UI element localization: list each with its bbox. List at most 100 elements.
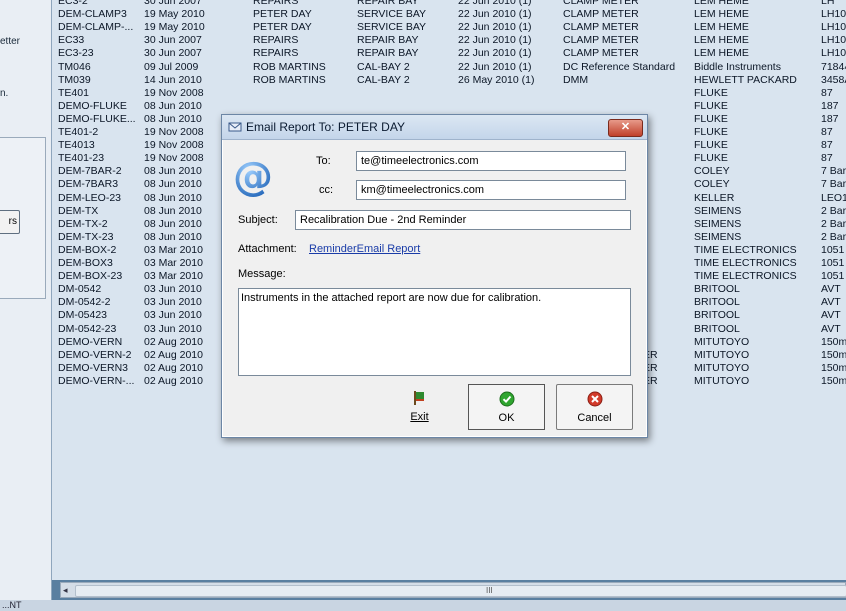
dialog-titlebar[interactable]: Email Report To: PETER DAY ✕ xyxy=(222,115,647,140)
table-cell: LH102 xyxy=(821,47,846,60)
table-cell: 1051 xyxy=(821,270,845,283)
table-cell: 22 Jun 2010 (1) xyxy=(458,0,532,7)
table-cell: SEIMENS xyxy=(694,204,742,217)
scrollbar-thumb[interactable]: III xyxy=(75,585,846,597)
table-cell: TE401-23 xyxy=(58,152,105,165)
table-cell: HEWLETT PACKARD xyxy=(694,73,797,86)
at-sign-icon: @ xyxy=(233,156,273,198)
subject-field[interactable]: Recalibration Due - 2nd Reminder xyxy=(295,210,631,230)
cc-field[interactable]: km@timeelectronics.com xyxy=(356,180,626,200)
table-cell: 30 Jun 2007 xyxy=(144,47,202,60)
table-cell: DEM-CLAMP3 xyxy=(58,8,127,21)
table-cell: 87 xyxy=(821,139,833,152)
table-row[interactable]: EC3-23 30 Jun 2007 REPAIRS REPAIR BAY 22 Jun… xyxy=(52,47,846,60)
table-cell: FLUKE xyxy=(694,86,728,99)
horizontal-scrollbar[interactable]: ◂ III xyxy=(60,582,846,598)
table-row[interactable]: DEM-CLAMP3 19 May 2010 PETER DAY SERVICE BA… xyxy=(52,8,846,21)
table-cell: MITUTOYO xyxy=(694,374,750,387)
table-cell: 187 xyxy=(821,99,839,112)
table-cell: BRITOOL xyxy=(694,296,740,309)
attachment-link[interactable]: ReminderEmail Report xyxy=(309,243,420,255)
table-cell: 2 Bar xyxy=(821,204,846,217)
table-cell: TE401 xyxy=(58,86,89,99)
table-cell: LEM HEME xyxy=(694,21,749,34)
table-cell: REPAIRS xyxy=(253,34,299,47)
left-panel-text: etter xyxy=(0,36,21,47)
table-cell: BRITOOL xyxy=(694,283,740,296)
table-cell: DEMO-FLUKE xyxy=(58,99,127,112)
table-cell: LH xyxy=(821,0,835,7)
dialog-title: Email Report To: PETER DAY xyxy=(246,120,405,134)
table-cell: 3458A xyxy=(821,73,846,86)
table-cell: REPAIR BAY xyxy=(357,0,419,7)
table-cell: BRITOOL xyxy=(694,309,740,322)
table-cell: DEMO-VERN-2 xyxy=(58,348,132,361)
table-cell: 30 Jun 2007 xyxy=(144,34,202,47)
table-cell: 22 Jun 2010 (1) xyxy=(458,21,532,34)
left-panel-text: n. xyxy=(0,88,9,99)
table-cell: DMM xyxy=(563,73,589,86)
table-row[interactable]: TM039 14 Jun 2010 ROB MARTINS CAL-BAY 2 26 M… xyxy=(52,74,846,87)
table-cell: Biddle Instruments xyxy=(694,60,781,73)
table-cell: DEM-LEO-23 xyxy=(58,191,122,204)
table-cell: 22 Jun 2010 (1) xyxy=(458,60,532,73)
table-row[interactable]: EC33 30 Jun 2007 REPAIRS REPAIR BAY 22 Jun 2… xyxy=(52,34,846,47)
table-row[interactable]: TM046 09 Jul 2009 ROB MARTINS CAL-BAY 2 22 J… xyxy=(52,61,846,74)
cancel-button[interactable]: Cancel xyxy=(556,384,633,430)
table-cell: DEM-TX-23 xyxy=(58,230,114,243)
table-row[interactable]: EC3-2 30 Jun 2007 REPAIRS REPAIR BAY 22 Jun … xyxy=(52,0,846,8)
table-row[interactable]: TE401 19 Nov 2008 FLUKE 87 xyxy=(52,87,846,100)
table-cell: 2 Bar xyxy=(821,217,846,230)
table-cell: 08 Jun 2010 xyxy=(144,99,202,112)
table-cell: 22 Jun 2010 (1) xyxy=(458,34,532,47)
table-cell: DEMO-FLUKE... xyxy=(58,112,136,125)
scroll-left-arrow-icon[interactable]: ◂ xyxy=(63,583,68,597)
table-cell: EC33 xyxy=(58,34,85,47)
left-panel-button[interactable]: rs xyxy=(0,210,20,234)
table-cell: TIME ELECTRONICS xyxy=(694,257,797,269)
table-cell: PETER DAY xyxy=(253,8,312,21)
table-cell: 150m xyxy=(821,335,846,348)
exit-button[interactable]: Exit xyxy=(381,384,458,430)
table-cell: LEM HEME xyxy=(694,0,749,7)
table-cell: LH102 xyxy=(821,34,846,47)
table-cell: REPAIRS xyxy=(253,47,299,60)
table-cell: TE4013 xyxy=(58,139,95,152)
exit-label: Exit xyxy=(410,411,429,423)
table-cell: 09 Jul 2009 xyxy=(144,60,199,73)
table-cell: CLAMP METER xyxy=(563,8,639,21)
email-report-dialog: Email Report To: PETER DAY ✕ @ To: te@ti… xyxy=(221,114,648,438)
left-panel: etter n. rs xyxy=(0,0,52,611)
table-cell: 19 May 2010 xyxy=(144,8,205,21)
table-row[interactable]: DEMO-FLUKE 08 Jun 2010 FLUKE 187 xyxy=(52,100,846,113)
exit-door-icon xyxy=(414,391,424,405)
table-cell: DEMO-VERN-... xyxy=(58,374,135,387)
to-field[interactable]: te@timeelectronics.com xyxy=(356,151,626,171)
table-cell: FLUKE xyxy=(694,152,728,165)
table-cell: COLEY xyxy=(694,178,730,191)
cancel-label: Cancel xyxy=(577,412,612,424)
table-cell: TE401-2 xyxy=(58,126,99,138)
table-cell: 14 Jun 2010 xyxy=(144,73,202,86)
table-cell: DEMO-VERN xyxy=(58,335,123,348)
table-cell: 22 Jun 2010 (1) xyxy=(458,47,532,60)
table-cell: DM-0542-2 xyxy=(58,296,111,309)
message-field[interactable]: Instruments in the attached report are n… xyxy=(238,288,631,376)
table-cell: CAL-BAY 2 xyxy=(357,60,410,73)
ok-button[interactable]: OK xyxy=(468,384,545,430)
message-label: Message: xyxy=(238,268,286,280)
table-cell: CLAMP METER xyxy=(563,47,639,60)
table-row[interactable]: DEM-CLAMP-... 19 May 2010 PETER DAY SERVICE… xyxy=(52,21,846,34)
table-cell: 87 xyxy=(821,152,833,165)
table-cell: DEM-7BAR3 xyxy=(58,178,119,191)
table-cell: LH102 xyxy=(821,8,846,21)
table-cell: 19 Nov 2008 xyxy=(144,86,204,99)
table-cell: COLEY xyxy=(694,165,730,178)
close-button[interactable]: ✕ xyxy=(608,119,643,137)
table-cell: LH102 xyxy=(821,21,846,34)
table-cell: SERVICE BAY xyxy=(357,8,427,21)
table-cell: 30 Jun 2007 xyxy=(144,0,202,7)
table-cell: 187 xyxy=(821,112,839,125)
table-cell: DM-05423 xyxy=(58,309,108,322)
table-cell: FLUKE xyxy=(694,112,728,125)
